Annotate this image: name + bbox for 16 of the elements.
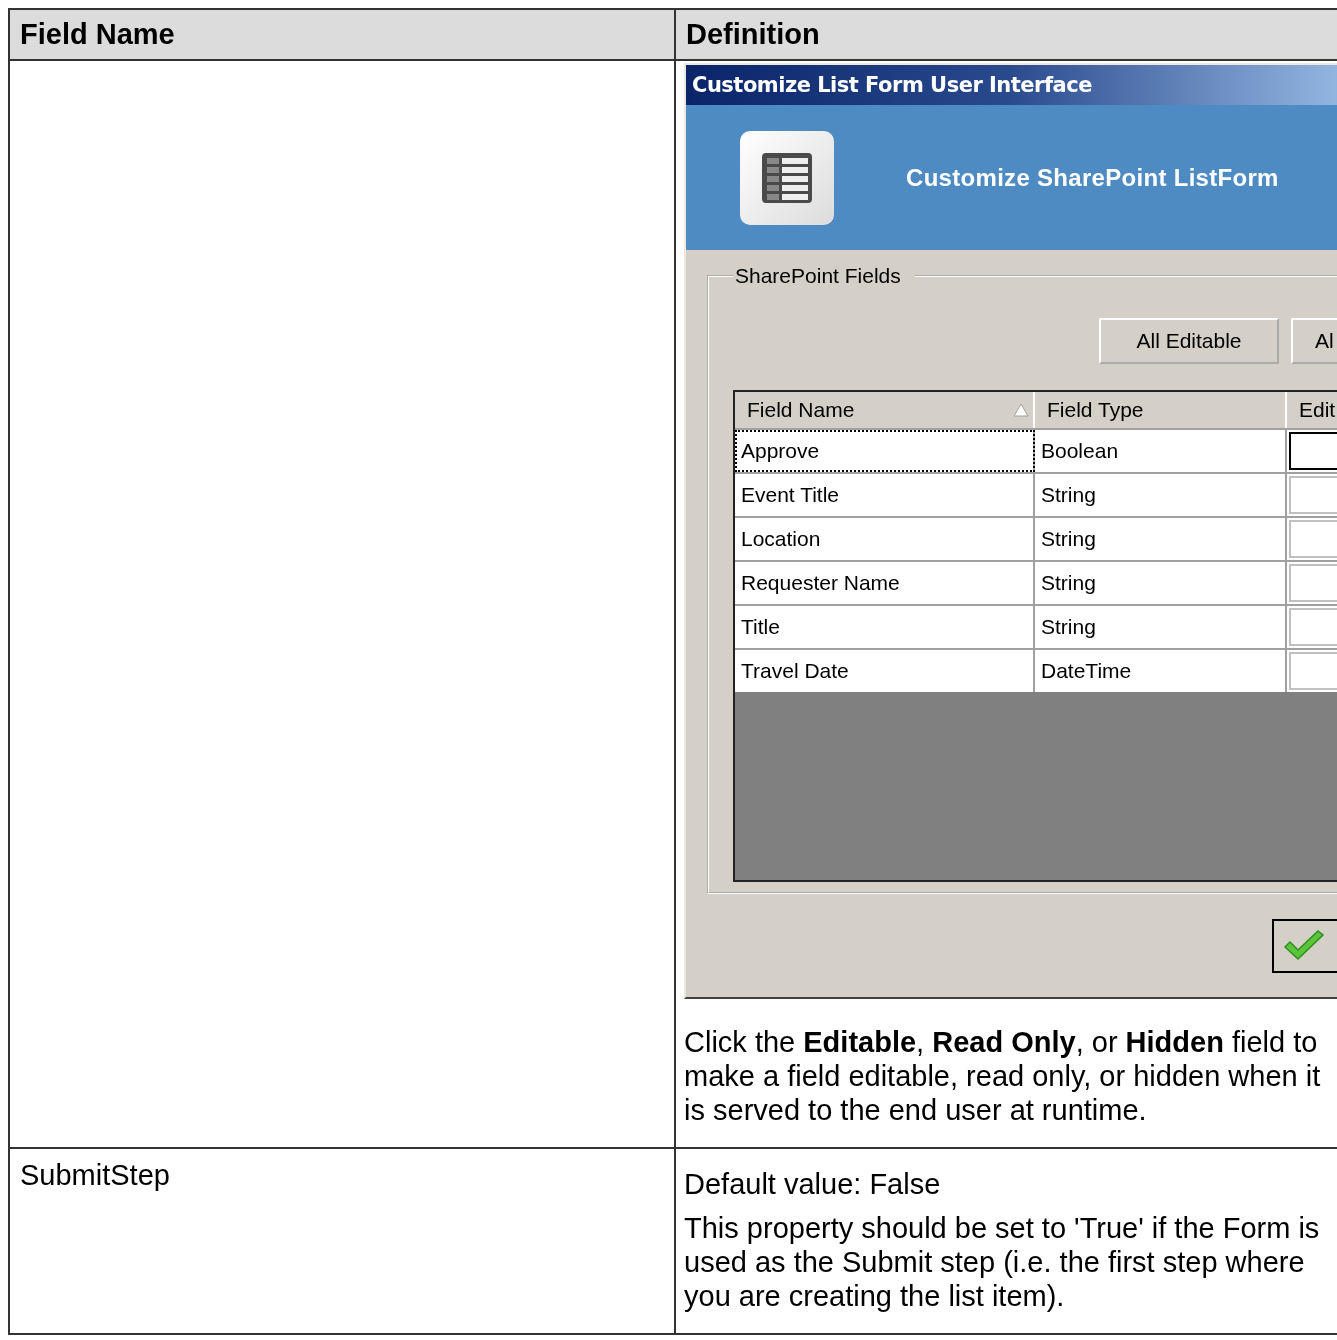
grid-cell: DateTime <box>1035 650 1287 692</box>
ok-button[interactable] <box>1272 918 1337 973</box>
definition-text: Click the Editable, Read Only, or Hidden field to make a field editable, read only, or hidden when it is served to the end user at runtime. <box>684 1025 1322 1127</box>
list-icon <box>740 130 834 225</box>
toolbar-button[interactable]: Al <box>1291 318 1337 364</box>
grid-cell[interactable]: Travel Date <box>735 650 1035 692</box>
window-title: Customize List Form User Interface <box>692 73 1092 97</box>
column-header: Field Name <box>10 10 676 61</box>
toolbar-button[interactable]: All Editable <box>1099 318 1279 364</box>
definition-text: Default value: False <box>684 1167 942 1201</box>
definition-text: This property should be set to 'True' if the Form is used as the Submit step (i.e. the first step where you are creating the list item). <box>684 1211 1321 1313</box>
group-label: SharePoint Fields <box>734 264 902 288</box>
checkmark-icon <box>1282 928 1326 963</box>
column-header: Definition <box>676 10 1337 61</box>
field-name: SubmitStep <box>19 1158 171 1193</box>
banner-title: Customize SharePoint ListForm <box>906 163 1279 192</box>
